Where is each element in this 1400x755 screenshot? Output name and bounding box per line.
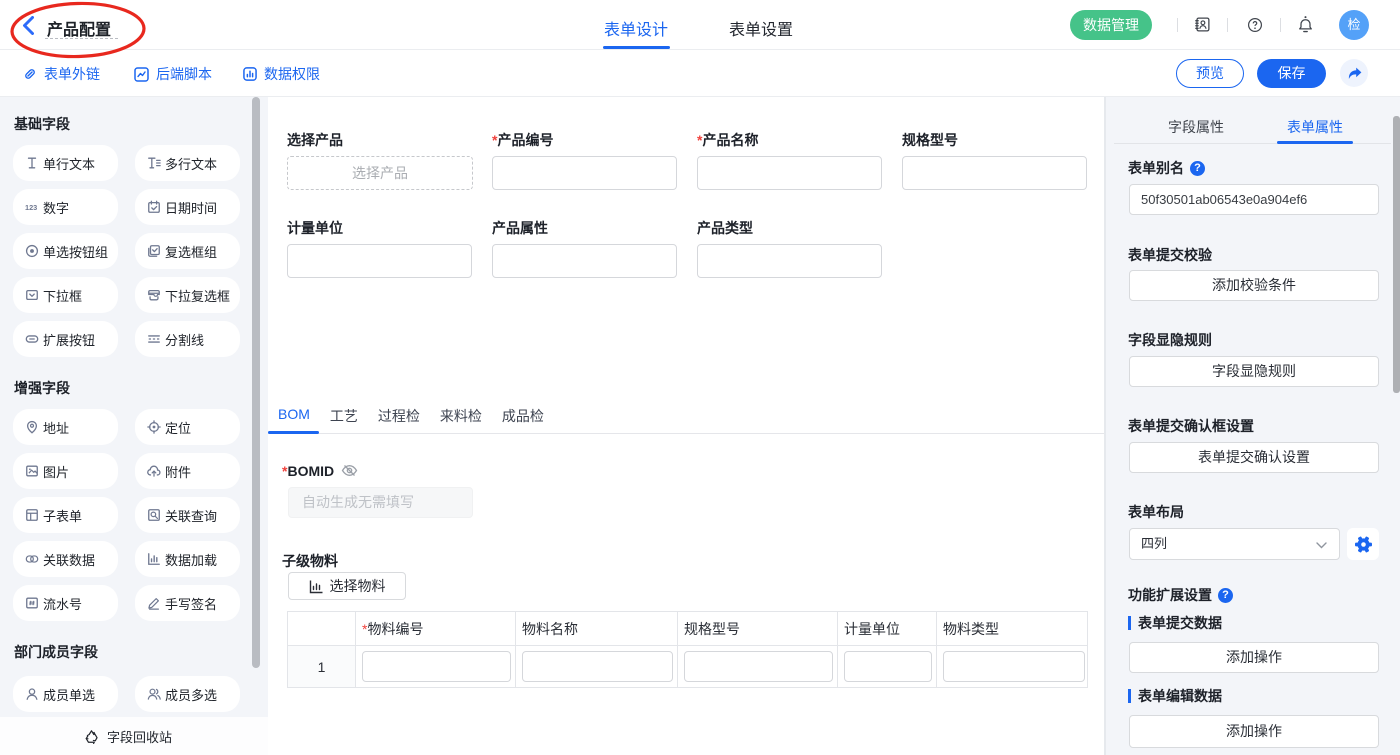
svg-text:123: 123 <box>25 203 37 212</box>
